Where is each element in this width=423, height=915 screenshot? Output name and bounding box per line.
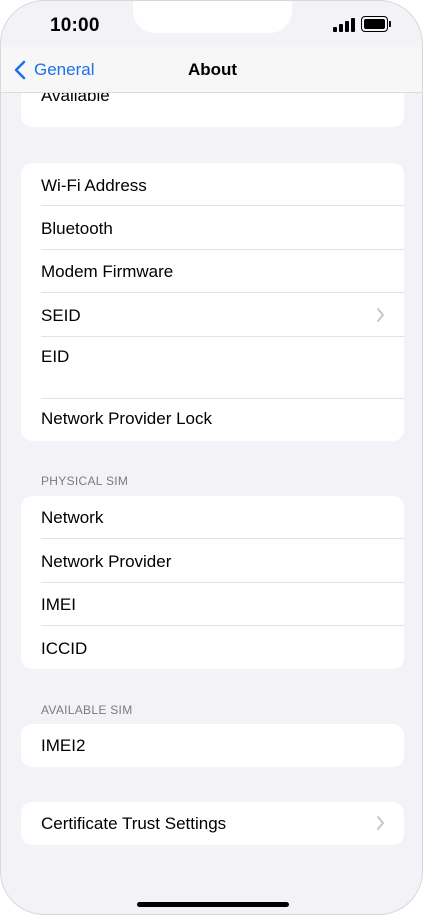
group-physical-sim: Network Network Provider IMEI ICCID	[21, 496, 404, 669]
group-available-sim: IMEI2	[21, 724, 404, 767]
list-item-seid[interactable]: SEID	[21, 293, 404, 337]
page-title: About	[187, 60, 238, 79]
list-item-bluetooth: Bluetooth	[21, 206, 404, 250]
list-item-imei: IMEI	[21, 583, 404, 626]
list-item-network: Network	[21, 496, 404, 539]
row-label: Network Provider	[41, 552, 172, 571]
group-device-info: Wi-Fi Address Bluetooth Modem Firmware S…	[21, 163, 404, 441]
status-time: 10:00	[50, 15, 100, 36]
battery-icon	[361, 16, 392, 32]
row-label: SEID	[41, 306, 81, 325]
list-item-certificate-trust-settings[interactable]: Certificate Trust Settings	[21, 802, 404, 845]
row-label: Modem Firmware	[41, 262, 174, 281]
row-label: Network Provider Lock	[41, 409, 213, 428]
row-label: Wi-Fi Address	[41, 176, 147, 195]
list-item-modem-firmware: Modem Firmware	[21, 250, 404, 293]
chevron-right-icon	[377, 816, 384, 830]
row-label: IMEI	[41, 595, 76, 614]
section-header-available-sim: AVAILABLE SIM	[41, 703, 133, 717]
section-header-physical-sim: PHYSICAL SIM	[41, 474, 129, 488]
row-label: EID	[41, 347, 70, 366]
list-item-network-provider: Network Provider	[21, 539, 404, 583]
signal-icon	[333, 18, 355, 32]
list-item-imei2: IMEI2	[21, 724, 404, 767]
row-label: Network	[41, 508, 104, 527]
chevron-right-icon	[377, 308, 384, 322]
row-label: Certificate Trust Settings	[41, 814, 227, 833]
list-item-network-provider-lock: Network Provider Lock	[21, 399, 404, 441]
navigation-bar: General About	[1, 47, 422, 93]
phone-screen: 10:00 General About Available Wi-Fi Addr	[0, 0, 423, 915]
row-label: Bluetooth	[41, 219, 113, 238]
row-label: IMEI2	[41, 736, 86, 755]
list-item-eid: EID	[21, 337, 404, 399]
notch	[133, 1, 292, 33]
list-item-iccid: ICCID	[21, 626, 404, 669]
home-indicator[interactable]	[137, 902, 289, 907]
group-certificate: Certificate Trust Settings	[21, 802, 404, 845]
row-label: ICCID	[41, 639, 88, 658]
list-item-wifi-address: Wi-Fi Address	[21, 163, 404, 206]
